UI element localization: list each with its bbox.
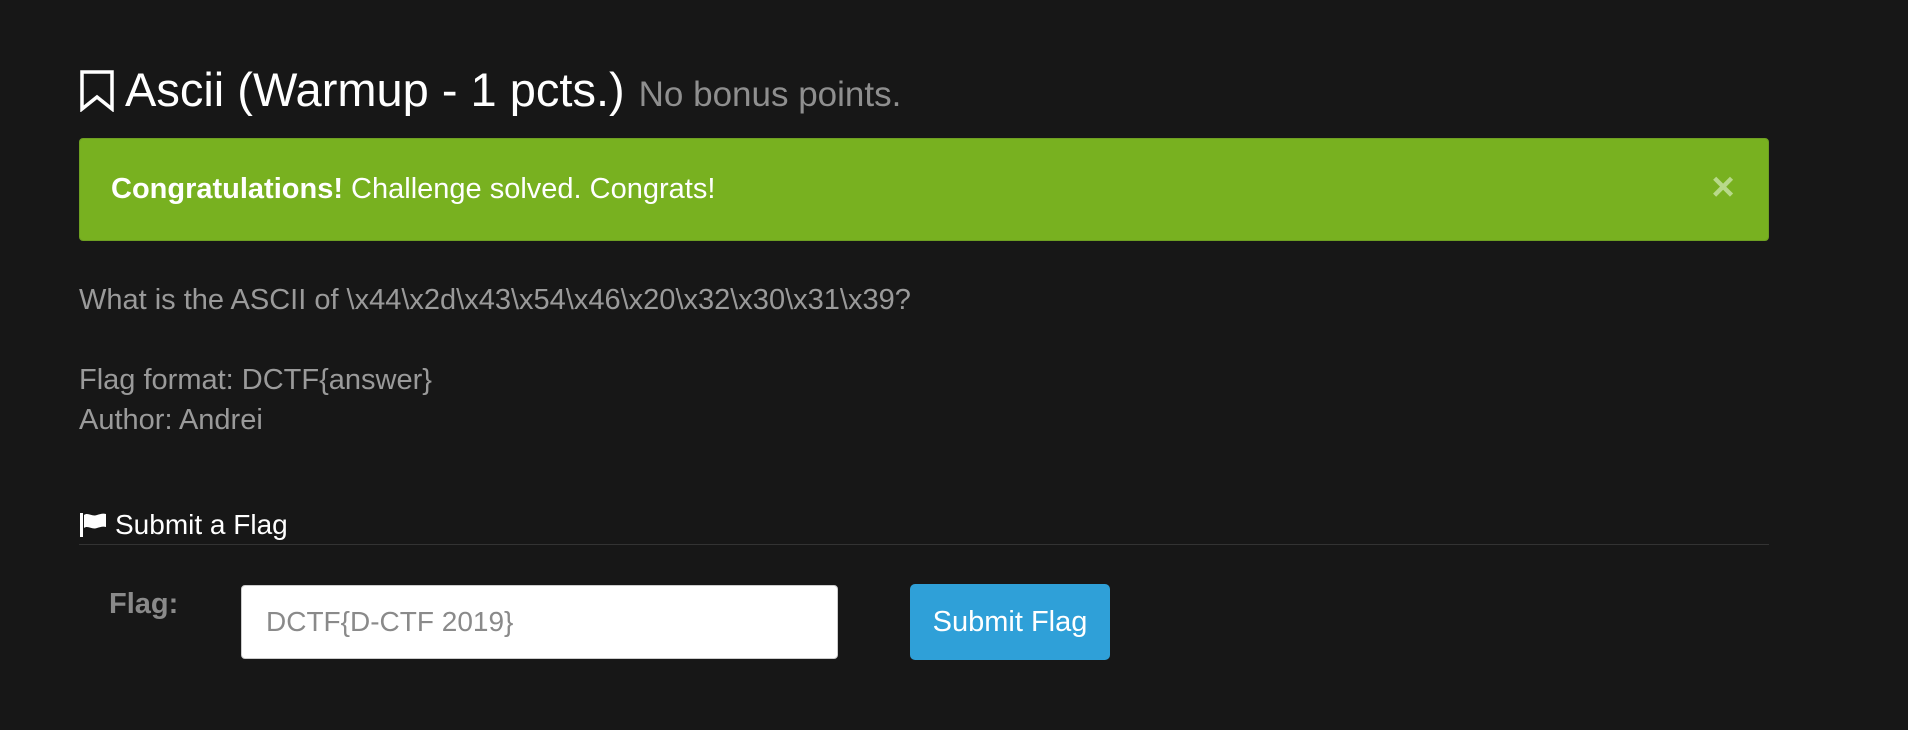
challenge-page: Ascii (Warmup - 1 pcts.) No bonus points… xyxy=(79,0,1771,730)
alert-body-text: Challenge solved. Congrats! xyxy=(343,173,716,205)
challenge-title: Ascii (Warmup - 1 pcts.) xyxy=(125,63,625,116)
success-alert: Congratulations! Challenge solved. Congr… xyxy=(79,138,1769,241)
bonus-points-note: No bonus points. xyxy=(638,75,902,114)
flag-input[interactable] xyxy=(241,585,838,659)
alert-message: Congratulations! Challenge solved. Congr… xyxy=(111,173,715,206)
submit-flag-button[interactable]: Submit Flag xyxy=(910,584,1110,660)
flag-icon xyxy=(80,513,106,537)
alert-strong-text: Congratulations! xyxy=(111,173,343,205)
author-text: Author: Andrei xyxy=(79,404,263,436)
submit-flag-header: Submit a Flag xyxy=(79,506,1769,545)
submit-flag-heading: Submit a Flag xyxy=(115,509,288,540)
flag-format-text: Flag format: DCTF{answer} xyxy=(79,364,432,396)
challenge-question: What is the ASCII of \x44\x2d\x43\x54\x4… xyxy=(79,284,911,316)
bookmark-icon[interactable] xyxy=(79,70,115,113)
challenge-title-row: Ascii (Warmup - 1 pcts.) No bonus points… xyxy=(79,62,901,122)
flag-label: Flag: xyxy=(109,588,179,620)
close-icon[interactable]: × xyxy=(1708,167,1738,207)
